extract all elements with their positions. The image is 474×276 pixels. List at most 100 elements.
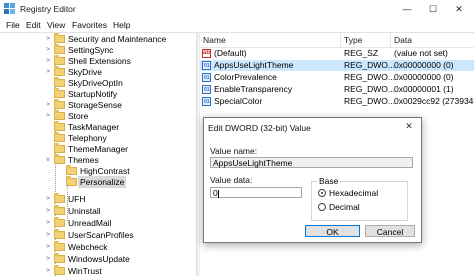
folder-icon — [54, 55, 65, 65]
close-button[interactable]: ✕ — [446, 0, 472, 18]
minimize-button[interactable]: — — [394, 0, 420, 18]
folder-icon — [66, 176, 77, 186]
title-bar: Registry Editor — ☐ ✕ — [0, 0, 474, 18]
list-row[interactable]: 01 EnableTransparency REG_DWO... 0x00000… — [200, 84, 474, 95]
collapse-chevron-icon[interactable]: v — [44, 154, 52, 166]
expand-chevron-icon[interactable]: > — [44, 66, 52, 78]
dialog-title: Edit DWORD (32-bit) Value — [208, 123, 311, 133]
base-group: Base Hexadecimal Decimal — [311, 176, 408, 221]
expand-chevron-icon[interactable]: > — [44, 193, 52, 205]
dword-value-icon: 01 — [202, 61, 211, 70]
folder-icon — [54, 193, 65, 203]
folder-icon — [54, 241, 65, 251]
list-row[interactable]: 01 SpecialColor REG_DWO... 0x0029cc92 (2… — [200, 96, 474, 107]
value-name: AppsUseLightTheme — [214, 60, 294, 70]
icon-glyph: 01 — [204, 75, 210, 81]
folder-icon — [54, 66, 65, 76]
tree-item-label: Personalize — [78, 176, 127, 188]
tree-item-label: WinTrust — [68, 266, 102, 276]
folder-icon — [54, 265, 65, 275]
registry-editor-icon — [4, 3, 15, 14]
folder-icon — [54, 143, 65, 153]
menu-help[interactable]: Help — [113, 20, 130, 30]
folder-icon — [54, 99, 65, 109]
menu-edit[interactable]: Edit — [26, 20, 41, 30]
value-type: REG_DWO... — [344, 60, 396, 70]
list-row[interactable]: ab (Default) REG_SZ (value not set) — [200, 48, 474, 59]
column-header-data[interactable]: Data — [394, 35, 412, 45]
column-header-type[interactable]: Type — [344, 35, 362, 45]
menu-view[interactable]: View — [47, 20, 65, 30]
folder-icon — [66, 165, 77, 175]
list-row[interactable]: 01 ColorPrevalence REG_DWO... 0x00000000… — [200, 72, 474, 83]
value-name: ColorPrevalence — [214, 72, 277, 82]
value-data: (value not set) — [394, 48, 448, 58]
key-tree[interactable]: > Security and Maintenance > SettingSync… — [0, 33, 196, 276]
cancel-button[interactable]: Cancel — [365, 225, 415, 237]
edit-dword-dialog: Edit DWORD (32-bit) Value ✕ Value name: … — [203, 117, 422, 243]
decimal-radio[interactable] — [318, 203, 326, 211]
folder-icon — [54, 121, 65, 131]
window-title: Registry Editor — [20, 4, 76, 14]
expand-chevron-icon[interactable]: > — [44, 253, 52, 265]
value-name: EnableTransparency — [214, 84, 293, 94]
dword-value-icon: 01 — [202, 85, 211, 94]
menu-favorites[interactable]: Favorites — [72, 20, 107, 30]
hexadecimal-label[interactable]: Hexadecimal — [329, 188, 378, 198]
folder-icon — [54, 110, 65, 120]
list-header: Name Type Data — [200, 33, 474, 48]
expand-chevron-icon[interactable]: > — [44, 217, 52, 229]
folder-icon — [54, 132, 65, 142]
value-type: REG_DWO... — [344, 72, 396, 82]
tree-item-label: UFH — [68, 194, 86, 204]
dword-value-icon: 01 — [202, 97, 211, 106]
expand-chevron-icon[interactable]: > — [44, 241, 52, 253]
decimal-label[interactable]: Decimal — [329, 202, 360, 212]
string-value-icon: ab — [202, 49, 211, 58]
value-name: SpecialColor — [214, 96, 263, 106]
maximize-button[interactable]: ☐ — [420, 0, 446, 18]
value-name: (Default) — [214, 48, 247, 58]
folder-icon — [54, 205, 65, 215]
menu-file[interactable]: File — [6, 20, 20, 30]
value-type: REG_SZ — [344, 48, 379, 58]
value-data: 0x0029cc92 (2739346) — [394, 96, 474, 106]
folder-icon — [54, 217, 65, 227]
icon-glyph: ab — [203, 50, 211, 56]
folder-icon — [54, 44, 65, 54]
text-caret — [217, 189, 219, 198]
column-divider[interactable] — [340, 33, 341, 47]
value-type: REG_DWO... — [344, 84, 396, 94]
dword-value-icon: 01 — [202, 73, 211, 82]
registry-editor-window: Registry Editor — ☐ ✕ File Edit View Fav… — [0, 0, 474, 276]
value-data: 0x00000001 (1) — [394, 84, 454, 94]
folder-open-icon — [54, 154, 65, 164]
folder-icon — [54, 33, 65, 43]
expand-chevron-icon[interactable]: > — [44, 265, 52, 276]
menu-bar: File Edit View Favorites Help — [0, 18, 474, 32]
hexadecimal-radio[interactable] — [318, 189, 326, 197]
value-name-field: AppsUseLightTheme — [210, 157, 413, 168]
dialog-close-button[interactable]: ✕ — [399, 119, 419, 133]
column-header-name[interactable]: Name — [203, 35, 226, 45]
folder-icon — [54, 253, 65, 263]
expand-chevron-icon[interactable]: > — [44, 205, 52, 217]
value-data-label: Value data: — [210, 175, 253, 185]
tree-item-label: UnreadMail — [68, 218, 112, 228]
expand-chevron-icon[interactable]: > — [44, 229, 52, 241]
ok-button[interactable]: OK — [305, 225, 360, 237]
list-row-selected[interactable]: 01 AppsUseLightTheme REG_DWO... 0x000000… — [200, 60, 474, 71]
tree-item-label: WindowsUpdate — [68, 254, 130, 264]
tree-item-label: UserScanProfiles — [68, 230, 134, 240]
value-data: 0x00000000 (0) — [394, 60, 454, 70]
folder-icon — [54, 229, 65, 239]
tree-item-label: Uninstall — [68, 206, 101, 216]
value-data: 0x00000000 (0) — [394, 72, 454, 82]
expand-chevron-icon[interactable]: > — [44, 110, 52, 122]
column-divider[interactable] — [390, 33, 391, 47]
folder-icon — [54, 88, 65, 98]
value-type: REG_DWO... — [344, 96, 396, 106]
value-data-input[interactable]: 0 — [210, 187, 302, 198]
base-group-title: Base — [317, 176, 341, 186]
icon-glyph: 01 — [204, 63, 210, 69]
